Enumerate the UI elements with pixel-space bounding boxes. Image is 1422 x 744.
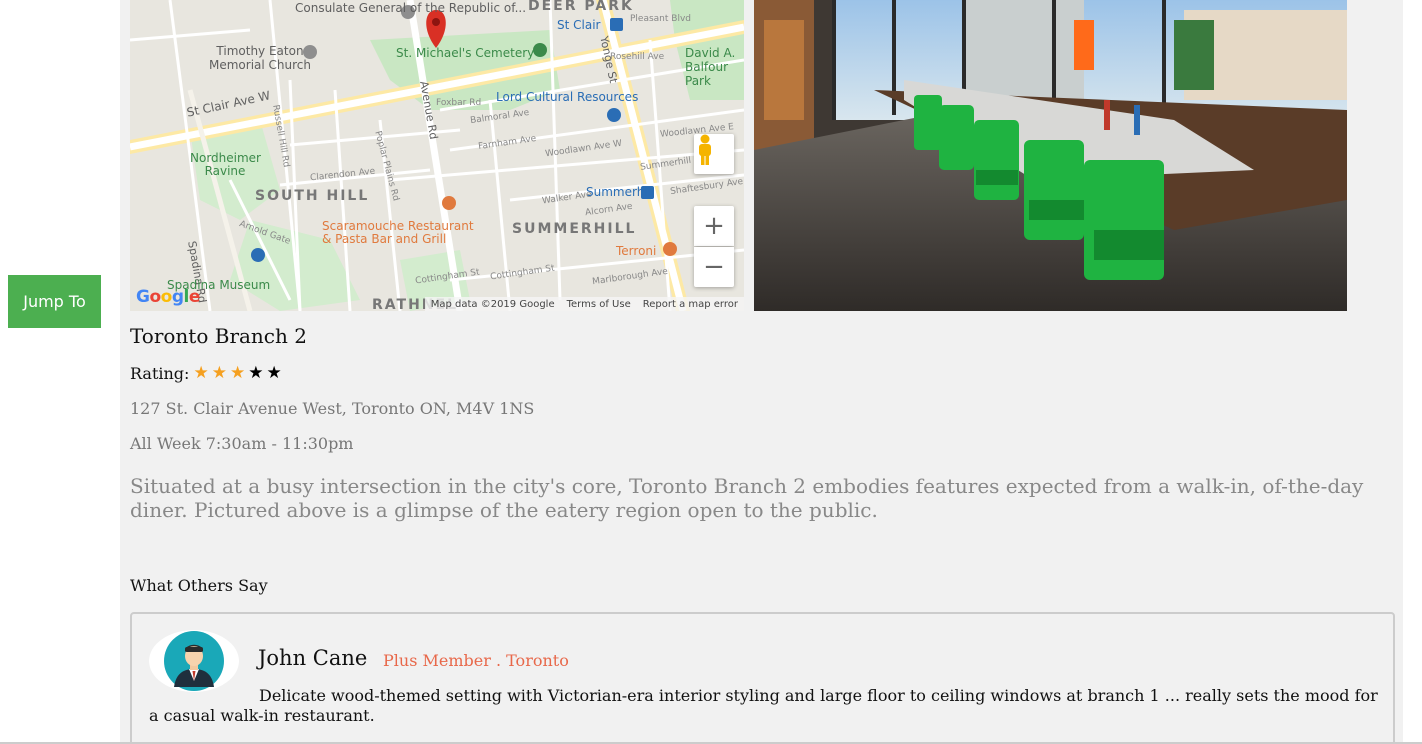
- star-filled-icon: ★: [211, 363, 227, 383]
- reviewer-name: John Cane: [258, 646, 368, 670]
- map-label-st-michaels: St. Michael's Cemetery: [396, 46, 535, 60]
- reviews-heading: What Others Say: [130, 576, 268, 595]
- minus-icon: −: [703, 252, 725, 282]
- rating-label: Rating:: [130, 364, 190, 383]
- star-empty-icon: ★: [266, 363, 282, 383]
- report-map-error-link[interactable]: Report a map error: [643, 299, 738, 310]
- star-filled-icon: ★: [193, 363, 209, 383]
- review-card: John Cane Plus Member . Toronto Delicate…: [130, 612, 1395, 744]
- review-text: Delicate wood-themed setting with Victor…: [149, 686, 1378, 725]
- map-label-terroni: Terroni: [616, 244, 657, 258]
- map-label-lord-cultural: Lord Cultural Resources: [496, 90, 639, 104]
- reviewer-membership: Plus Member . Toronto: [383, 651, 569, 670]
- map-label-st-clair-station: St Clair: [557, 18, 601, 32]
- rating-stars: ★ ★ ★ ★ ★: [193, 365, 281, 382]
- map-label-nordheimer: Nordheimer Ravine: [190, 151, 261, 178]
- jump-to-button[interactable]: Jump To: [8, 275, 101, 328]
- branch-address: 127 St. Clair Avenue West, Toronto ON, M…: [130, 399, 535, 418]
- map-footer: Map data ©2019 Google Terms of Use Repor…: [424, 297, 744, 311]
- avatar: [149, 630, 239, 692]
- zoom-in-button[interactable]: +: [694, 206, 734, 246]
- branch-panel: Consulate General of the Republic of... …: [120, 0, 1403, 744]
- restaurant-interior-image: [754, 0, 1347, 311]
- map-label-summerhill-area: SUMMERHILL: [512, 221, 637, 237]
- branch-photo: [754, 0, 1347, 311]
- branch-title: Toronto Branch 2: [130, 324, 307, 348]
- map-label-scaramouche: Scaramouche Restaurant & Pasta Bar and G…: [322, 219, 474, 246]
- branch-rating: Rating: ★ ★ ★ ★ ★: [130, 364, 282, 383]
- star-filled-icon: ★: [229, 363, 246, 383]
- terms-of-use-link[interactable]: Terms of Use: [567, 299, 631, 310]
- map-label-david-balfour: David A. Balfour Park: [685, 46, 736, 88]
- pegman-icon: [699, 134, 711, 165]
- star-empty-icon: ★: [248, 363, 264, 383]
- map-label-consulate: Consulate General of the Republic of...: [295, 1, 527, 15]
- branch-description: Situated at a busy intersection in the c…: [130, 474, 1364, 522]
- map-label-summerhill-station: Summerhill: [586, 185, 655, 199]
- branch-hours: All Week 7:30am - 11:30pm: [130, 434, 354, 453]
- user-avatar-icon: [164, 631, 224, 691]
- street-view-pegman-button[interactable]: [694, 134, 734, 174]
- map-data-credit: Map data ©2019 Google: [430, 298, 555, 310]
- google-logo: Google: [136, 287, 200, 307]
- map-label-rosehill: Rosehill Ave: [610, 52, 665, 62]
- branch-map[interactable]: Consulate General of the Republic of... …: [130, 0, 744, 311]
- plus-icon: +: [703, 211, 725, 241]
- map-label-south-hill: SOUTH HILL: [255, 188, 370, 204]
- map-label-timothy-eaton: Timothy Eaton Memorial Church: [209, 44, 311, 72]
- map-label-foxbar: Foxbar Rd: [436, 98, 482, 108]
- zoom-out-button[interactable]: −: [694, 247, 734, 287]
- map-label-pleasant-blvd: Pleasant Blvd: [630, 14, 691, 24]
- map-label-deer-park: DEER PARK: [528, 0, 634, 14]
